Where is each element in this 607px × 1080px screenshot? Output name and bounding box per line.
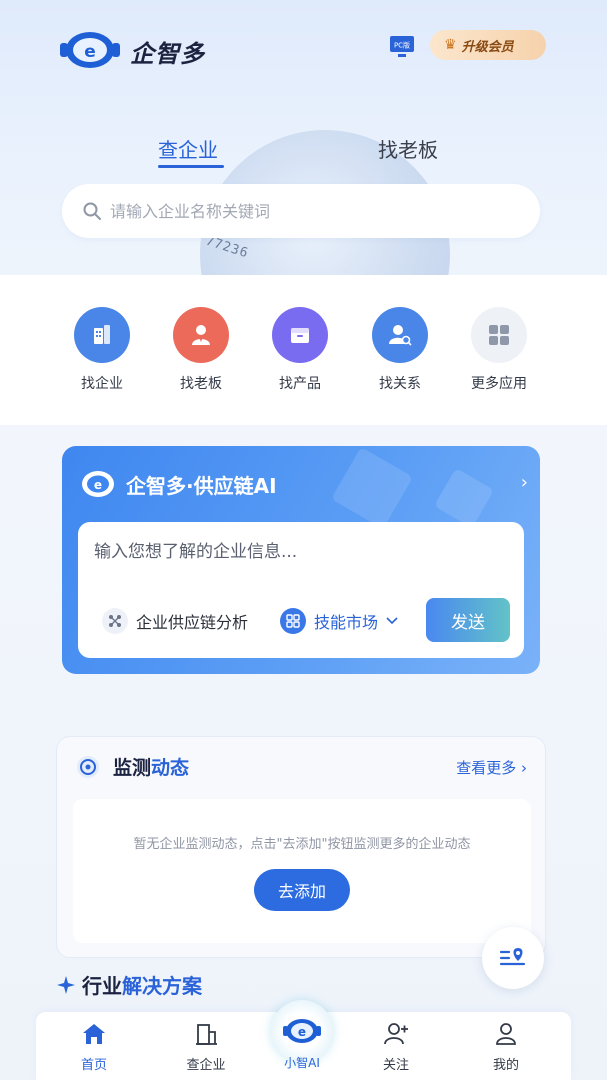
chevron-right-icon: › — [521, 759, 527, 777]
search-bar[interactable] — [62, 184, 540, 238]
chip-label: 企业供应链分析 — [136, 613, 249, 632]
empty-state-text: 暂无企业监测动态，点击"去添加"按钮监测更多的企业动态 — [133, 837, 471, 852]
search-input[interactable] — [110, 201, 510, 221]
active-tab-indicator — [158, 165, 224, 168]
network-icon — [102, 608, 128, 634]
ai-input-panel: 企业供应链分析 技能市场 发送 — [78, 522, 524, 658]
quick-label: 找老板 — [180, 376, 222, 392]
ai-card-header[interactable]: e 企智多·供应链AI › — [78, 466, 528, 502]
quick-find-boss[interactable]: 找老板 — [151, 307, 251, 393]
person-search-icon — [372, 307, 428, 363]
quick-more-apps[interactable]: 更多应用 — [449, 307, 549, 393]
sparkle-icon — [57, 975, 75, 994]
supply-chain-ai-card: e 企智多·供应链AI › 企业供应链分析 技能市场 发送 — [62, 446, 540, 674]
robot-logo-icon: e — [60, 32, 120, 68]
svg-text:e: e — [94, 478, 102, 492]
grid-icon — [471, 307, 527, 363]
home-icon — [83, 1024, 105, 1044]
quick-label: 找关系 — [379, 376, 421, 392]
tab-search-company[interactable]: 查企业 — [158, 134, 218, 163]
monitor-icon: PC版 — [390, 36, 414, 57]
tab-label: 我的 — [492, 1058, 519, 1073]
monitor-title-accent: 动态 — [151, 757, 190, 779]
map-list-icon — [499, 948, 526, 966]
robot-logo-icon: e — [283, 1019, 321, 1043]
ai-orb: e — [271, 1000, 333, 1062]
quick-label: 找企业 — [81, 376, 123, 392]
quick-label: 更多应用 — [471, 376, 527, 392]
tab-ai-assistant[interactable]: e 小智AI — [264, 1000, 340, 1071]
robot-logo-icon: e — [82, 471, 114, 497]
chevron-down-icon — [386, 617, 398, 625]
monitor-header: 监测动态 — [75, 753, 189, 780]
quick-find-product[interactable]: 找产品 — [250, 307, 350, 393]
chip-label: 技能市场 — [314, 613, 379, 632]
tab-follow[interactable]: 关注 — [356, 1022, 436, 1073]
crown-icon: ♛ — [444, 37, 457, 53]
quick-find-company[interactable]: 找企业 — [52, 307, 152, 393]
pc-version-button[interactable]: PC版 — [388, 33, 416, 61]
search-icon — [83, 202, 101, 220]
tab-label: 首页 — [80, 1058, 107, 1073]
building-outline-icon — [196, 1024, 217, 1045]
target-icon — [77, 755, 99, 778]
monitor-title-plain: 监测 — [113, 757, 152, 779]
app-header: e 企智多 PC版 ♛ 升级会员 — [58, 30, 558, 70]
person-icon — [173, 307, 229, 363]
floating-map-button[interactable] — [482, 927, 544, 989]
tab-label: 关注 — [382, 1058, 409, 1073]
person-add-icon — [384, 1023, 408, 1045]
skill-market-dropdown[interactable]: 技能市场 — [280, 608, 398, 634]
send-button[interactable]: 发送 — [426, 598, 510, 642]
ai-card-title: 企智多·供应链AI — [126, 473, 277, 498]
tab-label: 查企业 — [186, 1058, 226, 1073]
quick-label: 找产品 — [279, 376, 321, 392]
box-icon — [272, 307, 328, 363]
apps-icon — [280, 608, 306, 634]
view-more-label: 查看更多 — [456, 759, 517, 777]
view-more-link[interactable]: 查看更多 › — [456, 757, 527, 778]
person-icon — [496, 1023, 516, 1045]
svg-text:e: e — [298, 1025, 306, 1039]
upgrade-vip-button[interactable]: ♛ 升级会员 — [430, 30, 546, 60]
industry-title-plain: 行业 — [82, 974, 122, 998]
quick-find-relation[interactable]: 找关系 — [350, 307, 450, 393]
industry-title-accent: 解决方案 — [122, 974, 202, 998]
quick-actions: 找企业 找老板 找产品 找关系 更多应用 — [0, 275, 607, 425]
chevron-right-icon: › — [520, 472, 528, 493]
monitor-section: 监测动态 查看更多 › 暂无企业监测动态，点击"去添加"按钮监测更多的企业动态 … — [56, 736, 546, 958]
monitor-empty-box: 暂无企业监测动态，点击"去添加"按钮监测更多的企业动态 去添加 — [73, 799, 531, 943]
industry-solutions-heading: 行业 解决方案 — [56, 970, 202, 999]
app-name: 企智多 — [130, 40, 205, 68]
bottom-tab-bar: 首页 查企业 e 小智AI 关注 我的 — [36, 1000, 571, 1080]
tab-find-boss[interactable]: 找老板 — [378, 134, 438, 163]
tab-label: 小智AI — [284, 1056, 320, 1070]
tab-home[interactable]: 首页 — [54, 1022, 134, 1073]
tab-search-company-nav[interactable]: 查企业 — [166, 1022, 246, 1073]
ai-query-input[interactable] — [94, 542, 494, 562]
building-icon — [74, 307, 130, 363]
svg-text:e: e — [84, 42, 96, 62]
add-monitor-button[interactable]: 去添加 — [254, 869, 350, 911]
pc-badge-text: PC版 — [394, 41, 410, 50]
tab-mine[interactable]: 我的 — [466, 1022, 546, 1073]
vip-label: 升级会员 — [461, 39, 514, 55]
monitor-title: 监测动态 — [113, 753, 189, 780]
supply-chain-analysis-chip[interactable]: 企业供应链分析 — [102, 608, 248, 634]
search-mode-tabs: 查企业 找老板 — [0, 134, 607, 174]
